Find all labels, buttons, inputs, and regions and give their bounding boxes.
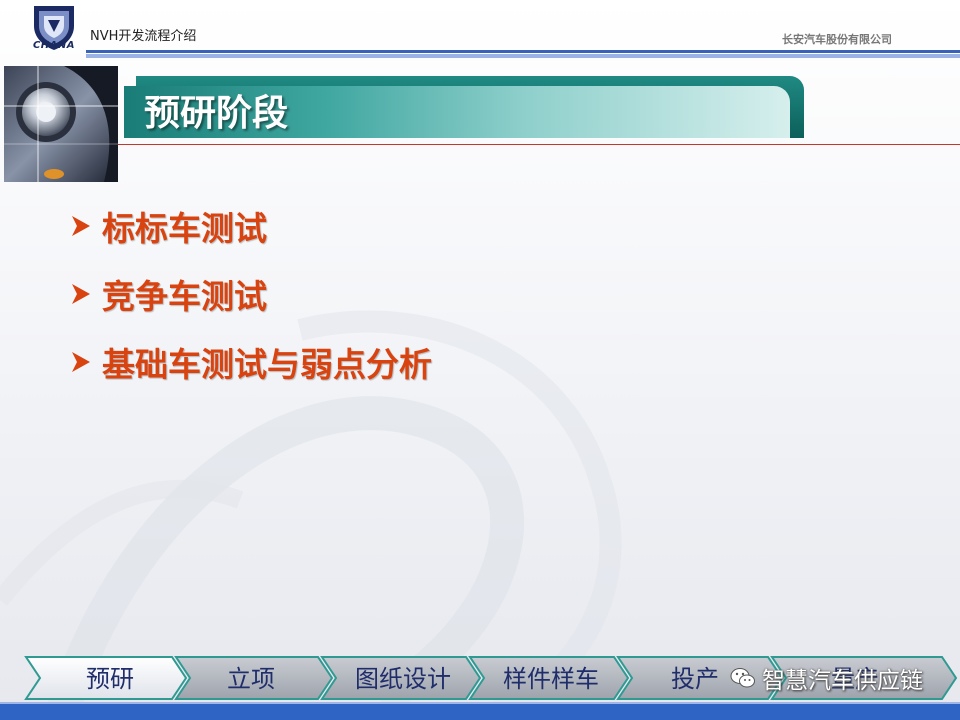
nav-item-preresearch[interactable]: 预研 bbox=[50, 664, 170, 694]
arrow-bullet-icon bbox=[72, 284, 90, 304]
header-divider bbox=[86, 50, 960, 53]
nav-item-approval[interactable]: 立项 bbox=[196, 664, 306, 694]
document-title: NVH开发流程介绍 bbox=[90, 29, 197, 44]
bullet-list: 标标车测试 竞争车测试 基础车测试与弱点分析 bbox=[66, 192, 432, 396]
title-underline bbox=[118, 144, 960, 145]
bullet-text: 标标车测试 bbox=[102, 209, 267, 248]
car-headlight-image bbox=[4, 66, 118, 182]
nav-item-prototype[interactable]: 样件样车 bbox=[488, 664, 614, 694]
wechat-icon bbox=[730, 668, 755, 688]
wechat-watermark: 智慧汽车供应链 bbox=[730, 660, 923, 696]
list-item: 基础车测试与弱点分析 bbox=[66, 328, 432, 396]
section-title: 预研阶段 bbox=[144, 93, 289, 134]
arrow-bullet-icon bbox=[72, 216, 90, 236]
nav-item-production[interactable]: 投产 bbox=[650, 664, 740, 694]
arrow-bullet-icon bbox=[72, 352, 90, 372]
footer-bar bbox=[0, 704, 960, 720]
header-divider-light bbox=[86, 54, 960, 58]
bullet-text: 基础车测试与弱点分析 bbox=[102, 345, 432, 384]
bullet-text: 竞争车测试 bbox=[102, 277, 267, 316]
company-name: 长安汽车股份有限公司 bbox=[782, 33, 892, 46]
list-item: 竞争车测试 bbox=[66, 260, 432, 328]
logo-wordmark: CHANA bbox=[32, 40, 76, 51]
nav-item-design[interactable]: 图纸设计 bbox=[340, 664, 466, 694]
list-item: 标标车测试 bbox=[66, 192, 432, 260]
wechat-account-name: 智慧汽车供应链 bbox=[762, 668, 923, 694]
